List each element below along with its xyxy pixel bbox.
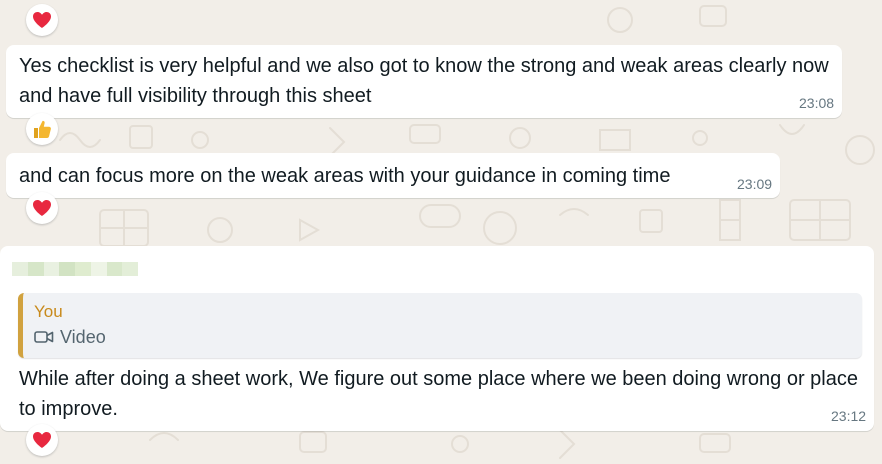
thumbs-up-icon bbox=[34, 120, 51, 138]
message-timestamp: 23:09 bbox=[737, 176, 773, 192]
message-timestamp: 23:12 bbox=[831, 408, 867, 424]
quoted-message[interactable]: You Video bbox=[18, 293, 862, 358]
message-timestamp: 23:08 bbox=[799, 95, 835, 111]
reaction-badge[interactable] bbox=[26, 192, 58, 224]
message-text: Yes checklist is very helpful and we als… bbox=[19, 55, 829, 107]
message-bubble[interactable]: Yes checklist is very helpful and we als… bbox=[6, 45, 842, 118]
red-heart-icon bbox=[33, 432, 51, 448]
red-heart-icon bbox=[33, 12, 51, 28]
message-text: and can focus more on the weak areas wit… bbox=[19, 165, 671, 187]
message-text: While after doing a sheet work, We figur… bbox=[19, 368, 858, 420]
quoted-media: Video bbox=[34, 326, 106, 348]
quoted-media-label: Video bbox=[60, 327, 106, 347]
sender-name-redacted bbox=[12, 262, 138, 276]
reaction-badge[interactable] bbox=[26, 4, 58, 36]
quoted-author: You bbox=[34, 302, 63, 321]
red-heart-icon bbox=[33, 200, 51, 216]
message-bubble[interactable]: You Video While after doing a sheet work… bbox=[0, 246, 874, 431]
message-bubble[interactable]: and can focus more on the weak areas wit… bbox=[6, 153, 780, 198]
video-camera-icon bbox=[34, 331, 54, 343]
reaction-badge[interactable] bbox=[26, 113, 58, 145]
reaction-badge[interactable] bbox=[26, 424, 58, 456]
